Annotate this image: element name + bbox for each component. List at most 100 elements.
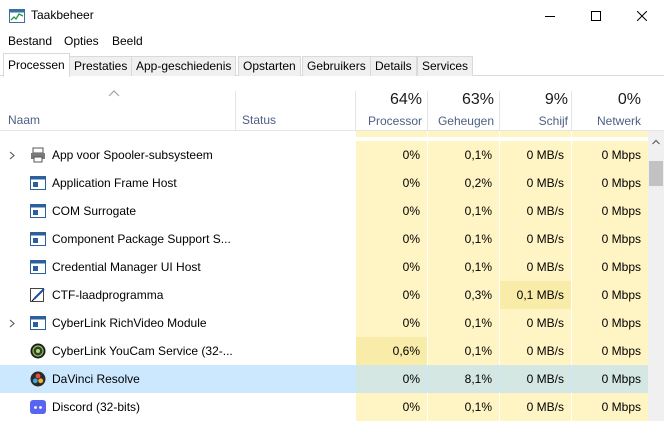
close-button[interactable] xyxy=(619,0,664,31)
tab-services[interactable]: Services xyxy=(417,56,474,76)
process-name: App voor Spooler-subsysteem xyxy=(52,148,213,162)
close-icon xyxy=(637,10,647,21)
disk-cell: 0 MB/s xyxy=(500,169,571,197)
cpu-cell: 0% xyxy=(356,141,427,169)
column-name[interactable]: Naam xyxy=(8,113,40,127)
cpu-cell: 0,6% xyxy=(356,337,427,365)
network-cell: 0 Mbps xyxy=(572,197,648,225)
memory-cell: 0,1% xyxy=(428,253,499,281)
tab-users[interactable]: Gebruikers xyxy=(302,56,371,76)
cpu-cell: 0% xyxy=(356,365,427,393)
menu-file[interactable]: Bestand xyxy=(8,34,52,48)
memory-cell: 0,3% xyxy=(428,281,499,309)
cpu-total: 64% xyxy=(389,91,422,108)
memory-cell: 0,1% xyxy=(428,225,499,253)
scroll-up-icon[interactable] xyxy=(652,139,660,145)
pen-icon xyxy=(30,288,45,302)
vertical-scrollbar[interactable] xyxy=(648,131,664,421)
memory-cell: 0,1% xyxy=(428,309,499,337)
tab-startup[interactable]: Opstarten xyxy=(238,56,301,76)
memory-cell: 8,1% xyxy=(428,365,499,393)
memory-cell: 0,2% xyxy=(428,169,499,197)
tab-details[interactable]: Details xyxy=(370,56,417,76)
process-name: DaVinci Resolve xyxy=(52,372,140,386)
memory-cell xyxy=(428,131,499,137)
process-row[interactable]: CTF-laadprogramma 0% 0,3% 0,1 MB/s 0 Mbps xyxy=(0,281,648,309)
memory-cell: 0,1% xyxy=(428,197,499,225)
davinci-icon xyxy=(30,371,46,387)
maximize-icon xyxy=(591,10,601,21)
cpu-cell xyxy=(356,131,427,137)
cpu-cell: 0% xyxy=(356,281,427,309)
network-cell: 0 Mbps xyxy=(572,253,648,281)
window-app-icon xyxy=(30,316,46,330)
cpu-cell: 0% xyxy=(356,197,427,225)
disk-cell: 0 MB/s xyxy=(500,337,571,365)
network-cell: 0 Mbps xyxy=(572,141,648,169)
process-name: Discord (32-bits) xyxy=(52,400,141,414)
process-name: CTF-laadprogramma xyxy=(52,288,164,302)
scroll-thumb[interactable] xyxy=(649,161,663,186)
column-memory[interactable]: Geheugen xyxy=(428,114,494,128)
process-row[interactable]: App voor Spooler-subsysteem 0% 0,1% 0 MB/s 0… xyxy=(0,141,648,169)
process-name: CyberLink RichVideo Module xyxy=(52,316,207,330)
cpu-cell: 0% xyxy=(356,309,427,337)
window-app-icon xyxy=(30,260,46,274)
process-name: Component Package Support S... xyxy=(52,232,231,246)
cpu-cell: 0% xyxy=(356,169,427,197)
network-total: 0% xyxy=(617,91,641,108)
process-name: CyberLink YouCam Service (32-... xyxy=(52,344,233,358)
column-network[interactable]: Netwerk xyxy=(572,114,641,128)
window-title: Taakbeheer xyxy=(31,8,94,22)
menu-options[interactable]: Opties xyxy=(64,34,99,48)
process-row[interactable]: CyberLink YouCam Service (32-... 0,6% 0,1%… xyxy=(0,337,648,365)
process-row[interactable]: Credential Manager UI Host 0% 0,1% 0 MB/s 0 … xyxy=(0,253,648,281)
window-app-icon xyxy=(30,176,46,190)
disk-cell: 0 MB/s xyxy=(500,365,571,393)
network-cell: 0 Mbps xyxy=(572,309,648,337)
chevron-right-icon[interactable] xyxy=(9,151,15,160)
process-row[interactable]: CyberLink RichVideo Module 0% 0,1% 0 MB/s 0 … xyxy=(0,309,648,337)
process-row[interactable]: COM Surrogate 0% 0,1% 0 MB/s 0 Mbps xyxy=(0,197,648,225)
disk-cell: 0,1 MB/s xyxy=(500,281,571,309)
network-cell: 0 Mbps xyxy=(572,169,648,197)
maximize-button[interactable] xyxy=(573,0,619,31)
menu-bar: Bestand Opties Beeld xyxy=(0,31,664,51)
disk-cell: 0 MB/s xyxy=(500,197,571,225)
process-name: Application Frame Host xyxy=(52,176,177,190)
memory-total: 63% xyxy=(461,91,494,108)
column-cpu[interactable]: Processor xyxy=(356,114,422,128)
process-row[interactable]: Application Frame Host 0% 0,2% 0 MB/s 0 Mbps xyxy=(0,169,648,197)
process-row[interactable]: DaVinci Resolve 0% 8,1% 0 MB/s 0 Mbps xyxy=(0,365,648,393)
disk-cell: 0 MB/s xyxy=(500,225,571,253)
network-cell: 0 Mbps xyxy=(572,225,648,253)
memory-cell: 0,1% xyxy=(428,393,499,421)
disk-total: 9% xyxy=(544,91,568,108)
column-disk[interactable]: Schijf xyxy=(500,114,568,128)
tab-processes[interactable]: Processen xyxy=(3,53,70,77)
network-cell: 0 Mbps xyxy=(572,365,648,393)
process-name: COM Surrogate xyxy=(52,204,137,218)
network-cell: 0 Mbps xyxy=(572,393,648,421)
task-manager-icon xyxy=(9,9,25,23)
menu-view[interactable]: Beeld xyxy=(112,34,143,48)
chevron-right-icon[interactable] xyxy=(9,319,15,328)
discord-icon xyxy=(30,400,46,414)
cpu-cell: 0% xyxy=(356,225,427,253)
cpu-cell: 0% xyxy=(356,393,427,421)
process-row[interactable]: Discord (32-bits) 0% 0,1% 0 MB/s 0 Mbps xyxy=(0,393,648,421)
network-cell xyxy=(572,131,648,137)
column-status[interactable]: Status xyxy=(242,113,276,127)
window-app-icon xyxy=(30,204,46,218)
process-row[interactable]: Component Package Support S... 0% 0,1% 0 MB… xyxy=(0,225,648,253)
minimize-icon xyxy=(545,15,555,17)
process-name: Credential Manager UI Host xyxy=(52,260,201,274)
partial-row xyxy=(0,131,648,137)
tab-performance[interactable]: Prestaties xyxy=(69,56,133,76)
tab-app-history[interactable]: App-geschiedenis xyxy=(131,56,237,76)
disk-cell: 0 MB/s xyxy=(500,253,571,281)
column-header: Naam Status 64% Processor 63% Geheugen 9… xyxy=(0,77,664,131)
disk-cell: 0 MB/s xyxy=(500,309,571,337)
minimize-button[interactable] xyxy=(527,0,573,31)
memory-cell: 0,1% xyxy=(428,337,499,365)
